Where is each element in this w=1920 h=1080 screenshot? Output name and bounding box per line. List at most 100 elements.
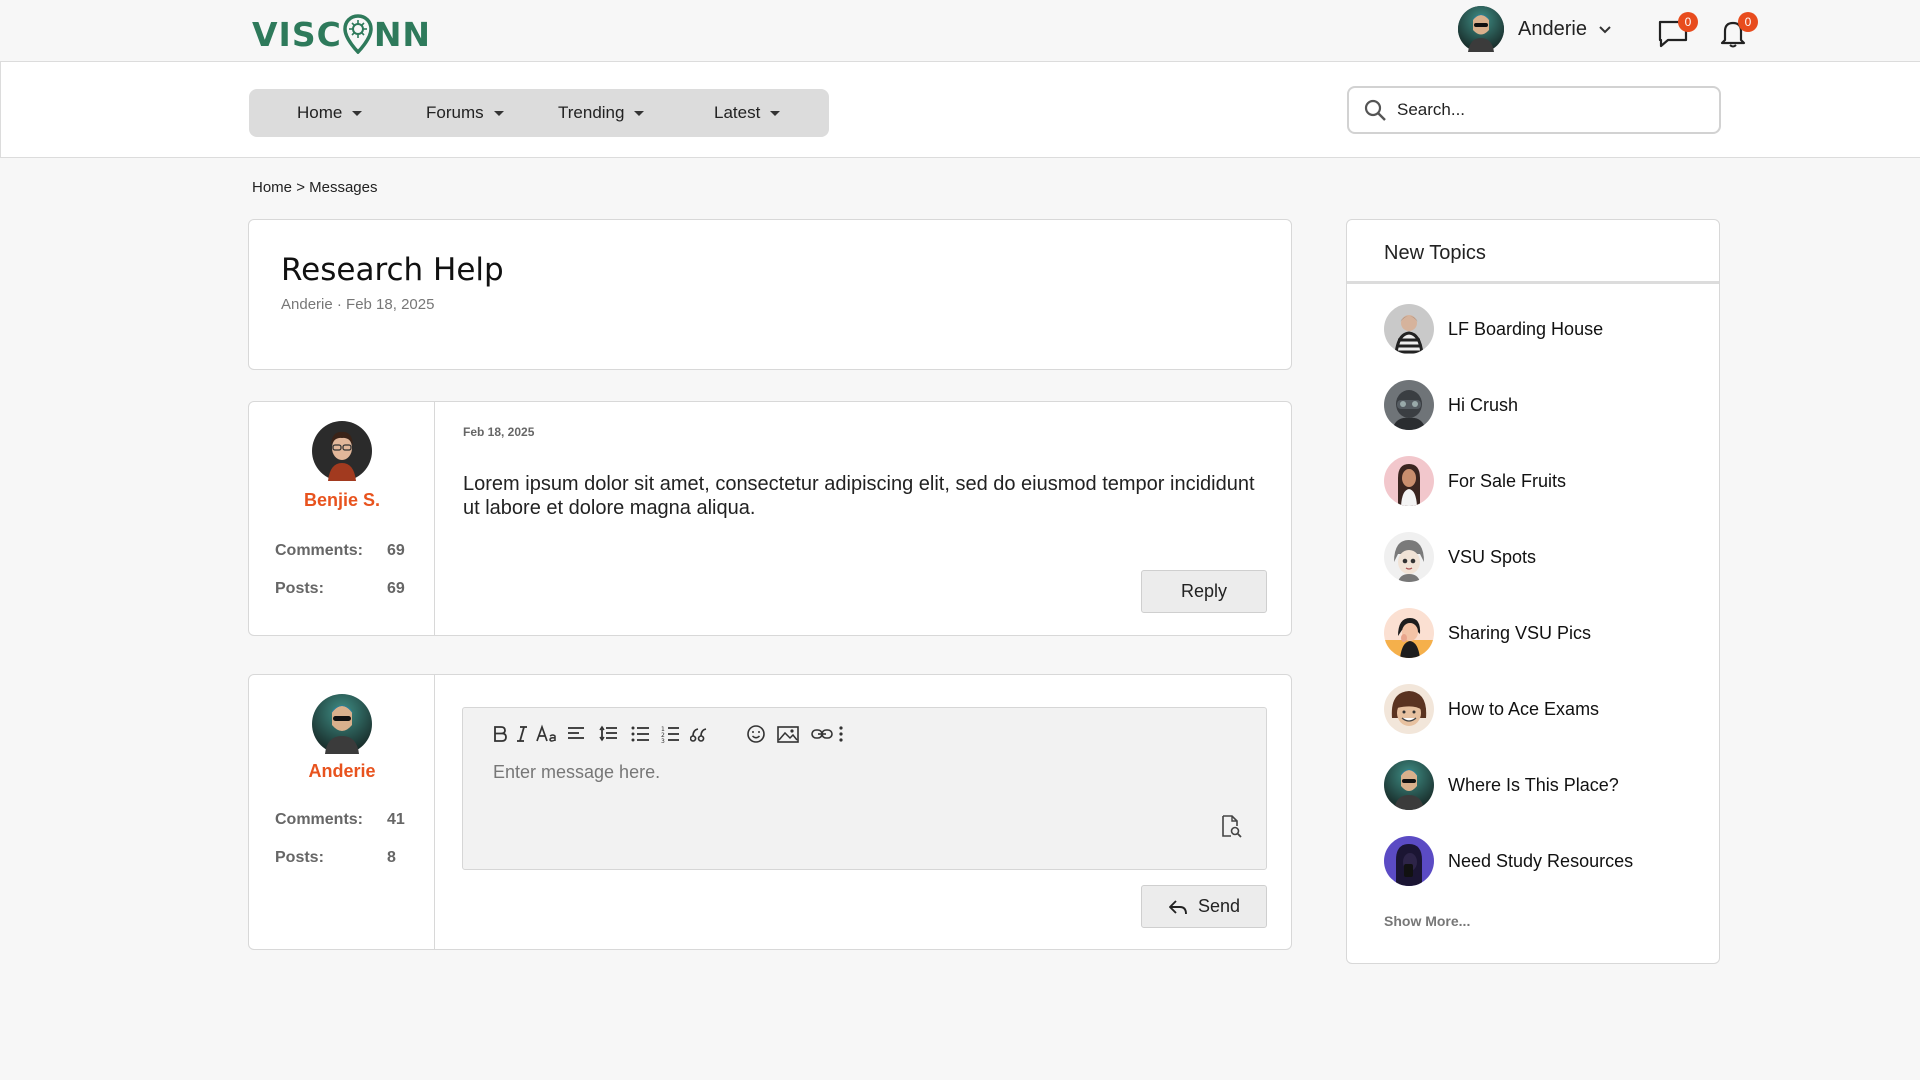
bold-icon[interactable] xyxy=(489,722,511,746)
chevron-down-icon xyxy=(1599,26,1611,34)
message-input[interactable] xyxy=(493,762,1213,822)
messages-button[interactable]: 0 xyxy=(1656,12,1698,50)
emoji-icon[interactable] xyxy=(745,722,767,746)
topic-avatar xyxy=(1384,532,1434,582)
author-name[interactable]: Benjie S. xyxy=(249,490,435,511)
italic-icon[interactable] xyxy=(511,722,533,746)
nav-tabs: Home Forums Trending Latest xyxy=(249,89,829,137)
topic-label: VSU Spots xyxy=(1448,546,1537,567)
topic-label: How to Ace Exams xyxy=(1448,698,1600,719)
author-posts-stat: Posts: 69 xyxy=(275,580,405,598)
search-icon xyxy=(1364,99,1386,121)
new-topics-panel: New Topics LF Boarding House Hi Crush Fo… xyxy=(1346,219,1720,964)
numbered-list-icon[interactable]: 123 xyxy=(659,722,681,746)
topic-avatar xyxy=(1384,836,1434,886)
new-topics-header: New Topics xyxy=(1347,220,1719,284)
caret-down-icon xyxy=(493,110,504,116)
tab-latest[interactable]: Latest xyxy=(714,103,781,123)
logo-text-right: NN xyxy=(373,14,432,54)
author-name[interactable]: Anderie xyxy=(249,761,435,782)
composer-author-panel: Anderie Comments: 41 Posts: 8 xyxy=(249,675,435,949)
topic-item[interactable]: LF Boarding House xyxy=(1384,304,1603,354)
caret-down-icon xyxy=(634,110,645,116)
new-topics-title: New Topics xyxy=(1384,242,1486,264)
search-input[interactable] xyxy=(1397,100,1697,120)
tab-forums[interactable]: Forums xyxy=(426,103,504,123)
logo-text-left: VISC xyxy=(252,14,342,54)
align-icon[interactable] xyxy=(565,722,587,746)
caret-down-icon xyxy=(770,110,781,116)
topic-item[interactable]: Need Study Resources xyxy=(1384,836,1633,886)
author-avatar[interactable] xyxy=(312,694,372,754)
font-size-icon[interactable] xyxy=(533,722,561,746)
tab-trending[interactable]: Trending xyxy=(558,103,645,123)
topic-label: Hi Crush xyxy=(1448,394,1519,415)
posts-count: 8 xyxy=(387,849,396,866)
topic-item[interactable]: VSU Spots xyxy=(1384,532,1536,582)
link-icon[interactable] xyxy=(811,722,833,746)
post-author-panel: Benjie S. Comments: 69 Posts: 69 xyxy=(249,402,435,635)
message-editor: 123 xyxy=(462,707,1267,870)
comments-label: Comments: xyxy=(275,811,364,828)
bullet-list-icon[interactable] xyxy=(629,722,651,746)
thread-header-card: Research Help Anderie · Feb 18, 2025 xyxy=(248,219,1292,370)
messages-badge: 0 xyxy=(1678,12,1698,32)
breadcrumb-current: Messages xyxy=(309,179,378,196)
breadcrumb-separator: > xyxy=(296,179,305,196)
notifications-badge: 0 xyxy=(1738,12,1758,32)
tab-home[interactable]: Home xyxy=(297,103,363,123)
author-comments-stat: Comments: 41 xyxy=(275,811,405,829)
comments-count: 69 xyxy=(387,542,405,559)
topic-item[interactable]: Sharing VSU Pics xyxy=(1384,608,1591,658)
topic-item[interactable]: How to Ace Exams xyxy=(1384,684,1599,734)
message-post: Benjie S. Comments: 69 Posts: 69 Feb 18, 2… xyxy=(248,401,1292,636)
topic-avatar xyxy=(1384,684,1434,734)
caret-down-icon xyxy=(352,110,363,116)
send-button[interactable]: Send xyxy=(1141,885,1267,928)
more-icon[interactable] xyxy=(835,722,847,746)
tab-label: Forums xyxy=(426,103,484,122)
tab-label: Latest xyxy=(714,103,761,122)
user-avatar xyxy=(1458,6,1504,52)
tab-label: Home xyxy=(297,103,343,122)
author-avatar[interactable] xyxy=(312,421,372,481)
reply-arrow-icon xyxy=(1169,899,1187,914)
thread-title: Research Help xyxy=(281,252,504,288)
post-body: Lorem ipsum dolor sit amet, consectetur … xyxy=(463,473,1255,519)
image-icon[interactable] xyxy=(777,722,799,746)
topic-avatar xyxy=(1384,304,1434,354)
svg-text:3: 3 xyxy=(661,738,665,744)
topic-label: LF Boarding House xyxy=(1448,318,1604,339)
topic-avatar xyxy=(1384,380,1434,430)
topic-item[interactable]: Where Is This Place? xyxy=(1384,760,1619,810)
topic-label: Where Is This Place? xyxy=(1448,774,1619,795)
topic-label: Need Study Resources xyxy=(1448,850,1634,871)
line-height-icon[interactable] xyxy=(597,722,619,746)
search-box xyxy=(1347,86,1721,134)
thread-meta: Anderie · Feb 18, 2025 xyxy=(281,296,435,313)
top-header: VISC NN Anderie 0 0 xyxy=(0,0,1920,62)
send-label: Send xyxy=(1197,896,1241,916)
author-posts-stat: Posts: 8 xyxy=(275,849,396,867)
notifications-button[interactable]: 0 xyxy=(1716,12,1758,50)
topic-item[interactable]: Hi Crush xyxy=(1384,380,1518,430)
topic-avatar xyxy=(1384,456,1434,506)
visconn-logo[interactable]: VISC NN xyxy=(252,14,432,55)
topic-avatar xyxy=(1384,608,1434,658)
quote-icon[interactable] xyxy=(689,722,711,746)
breadcrumb: Home > Messages xyxy=(252,179,378,196)
reply-button[interactable]: Reply xyxy=(1141,570,1267,613)
posts-label: Posts: xyxy=(275,580,324,597)
topic-label: Sharing VSU Pics xyxy=(1448,622,1592,643)
tab-label: Trending xyxy=(558,103,625,122)
breadcrumb-home[interactable]: Home xyxy=(252,179,292,196)
comments-count: 41 xyxy=(387,811,405,828)
user-name: Anderie xyxy=(1518,17,1587,40)
file-search-icon[interactable] xyxy=(1219,814,1243,838)
topic-avatar xyxy=(1384,760,1434,810)
show-more-link[interactable]: Show More... xyxy=(1384,913,1470,929)
location-pin-icon xyxy=(343,14,373,55)
user-menu[interactable]: Anderie xyxy=(1458,6,1613,52)
author-comments-stat: Comments: 69 xyxy=(275,542,405,560)
topic-item[interactable]: For Sale Fruits xyxy=(1384,456,1566,506)
